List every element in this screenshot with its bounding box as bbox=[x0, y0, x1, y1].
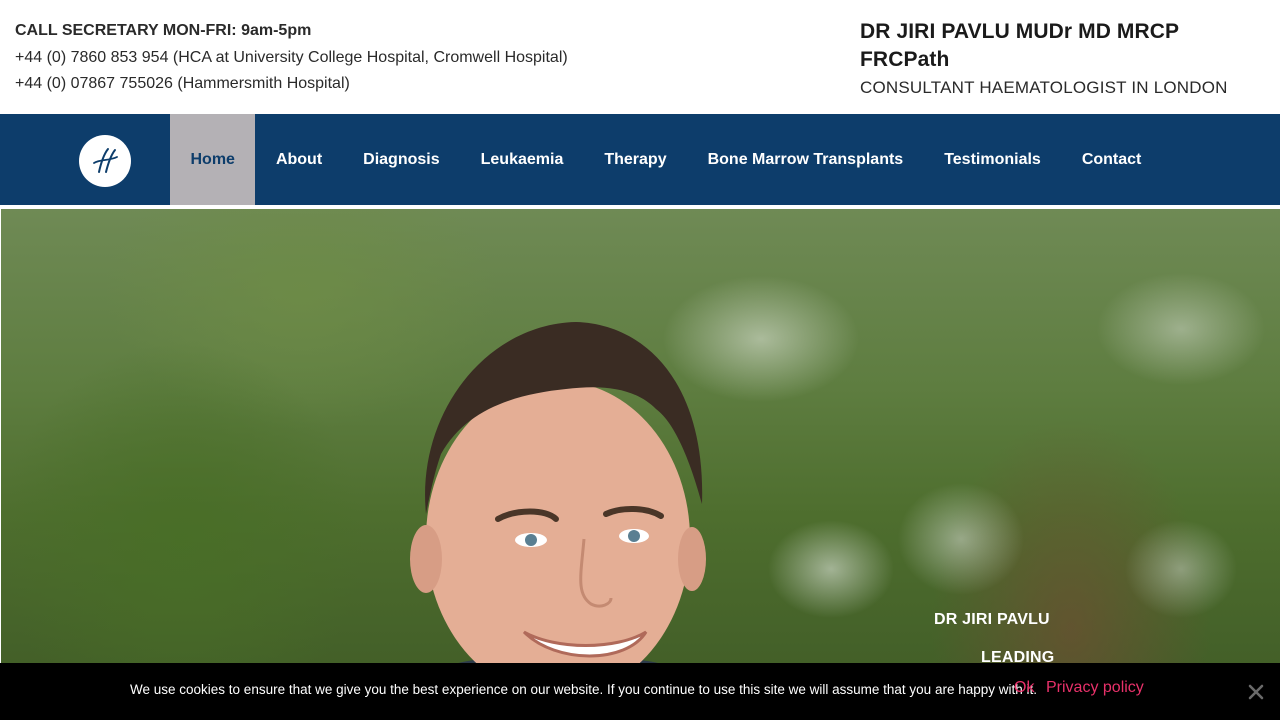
nav-item-bone-marrow-transplants[interactable]: Bone Marrow Transplants bbox=[687, 114, 924, 205]
nav-item-leukaemia[interactable]: Leukaemia bbox=[460, 114, 584, 205]
doctor-role: CONSULTANT HAEMATOLOGIST IN LONDON bbox=[860, 78, 1228, 97]
nav-item-contact[interactable]: Contact bbox=[1061, 114, 1162, 205]
close-icon[interactable] bbox=[1247, 683, 1265, 701]
privacy-policy-link[interactable]: Privacy policy bbox=[1046, 679, 1144, 697]
hero-banner: DR JIRI PAVLU LEADING bbox=[1, 209, 1280, 720]
doctor-portrait-photo bbox=[410, 322, 706, 720]
nav-item-about[interactable]: About bbox=[255, 114, 342, 205]
doctor-title-block: DR JIRI PAVLU MUDr MD MRCP FRCPath CONSU… bbox=[860, 18, 1265, 102]
h-monogram-logo-icon bbox=[93, 148, 118, 173]
doctor-name[interactable]: DR JIRI PAVLU MUDr MD MRCP FRCPath bbox=[860, 18, 1265, 74]
hero-caption-name: DR JIRI PAVLU bbox=[934, 611, 1050, 628]
top-header: CALL SECRETARY MON-FRI: 9am-5pm +44 (0) … bbox=[0, 0, 1280, 114]
phone-link-hammersmith[interactable]: +44 (0) 07867 755026 (Hammersmith Hospit… bbox=[15, 71, 568, 98]
nav-item-home[interactable]: Home bbox=[170, 114, 256, 205]
phone-link-hca[interactable]: +44 (0) 7860 853 954 (HCA at University … bbox=[15, 45, 568, 72]
cookie-consent-bar: We use cookies to ensure that we give yo… bbox=[0, 663, 1280, 720]
nav-item-diagnosis[interactable]: Diagnosis bbox=[343, 114, 460, 205]
call-secretary-hours: CALL SECRETARY MON-FRI: 9am-5pm bbox=[15, 22, 312, 39]
cookie-ok-button[interactable]: Ok bbox=[1014, 679, 1034, 697]
nav-menu: Home About Diagnosis Leukaemia Therapy B… bbox=[170, 114, 1162, 205]
site-logo[interactable] bbox=[79, 135, 131, 187]
nav-item-therapy[interactable]: Therapy bbox=[584, 114, 687, 205]
cookie-message: We use cookies to ensure that we give yo… bbox=[130, 682, 1037, 697]
contact-info: CALL SECRETARY MON-FRI: 9am-5pm +44 (0) … bbox=[15, 18, 568, 98]
nav-item-testimonials[interactable]: Testimonials bbox=[924, 114, 1062, 205]
main-navigation: Home About Diagnosis Leukaemia Therapy B… bbox=[0, 114, 1280, 205]
